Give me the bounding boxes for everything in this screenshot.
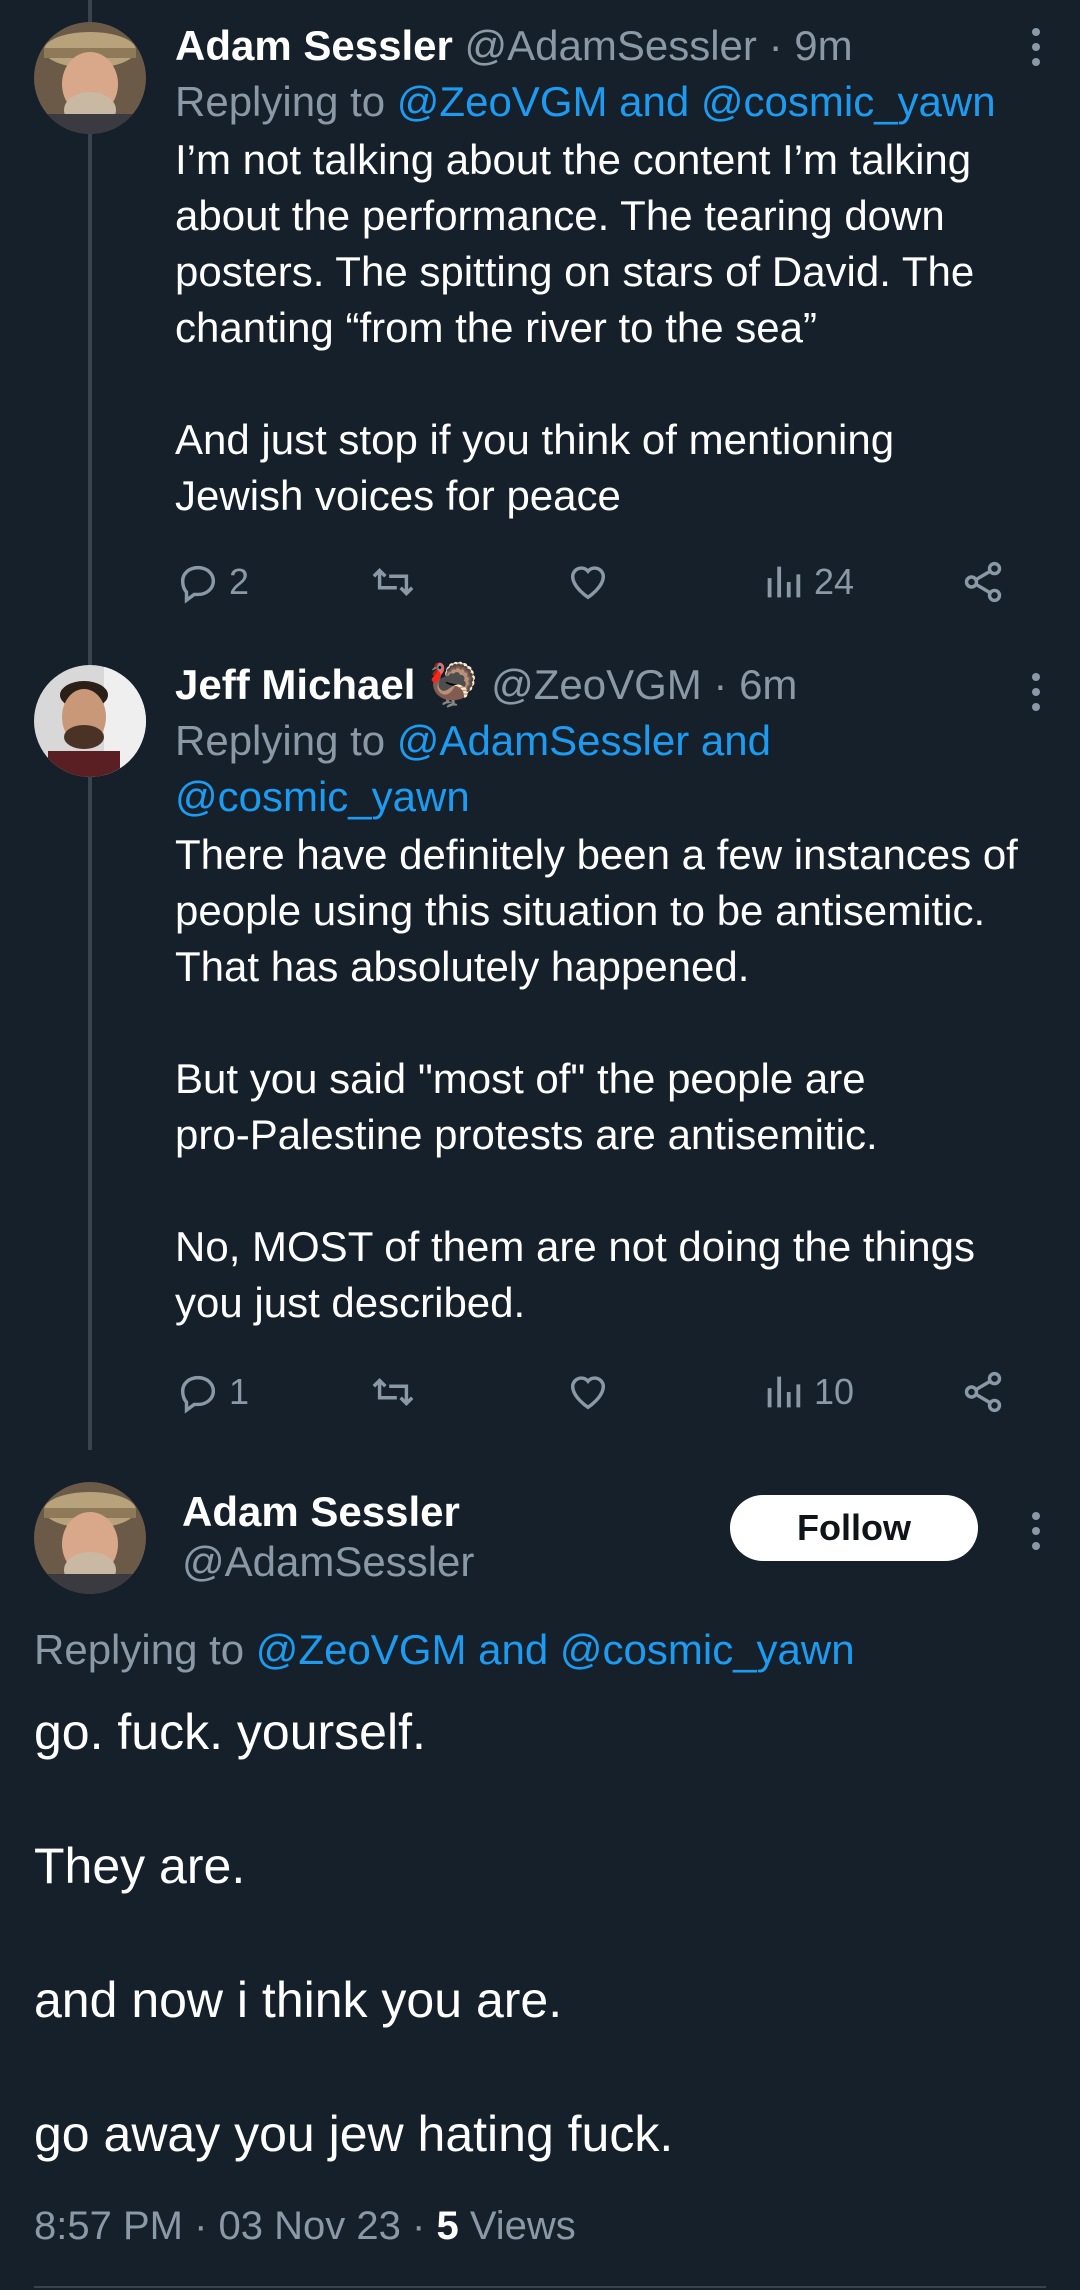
replying-to-link-2[interactable]: @cosmic_yawn	[175, 773, 470, 820]
timestamp-time[interactable]: 8:57 PM	[34, 2204, 183, 2248]
like-button[interactable]	[565, 554, 619, 610]
tweet-reply-1[interactable]: Adam Sessler @AdamSessler · 9m Replying …	[0, 0, 1080, 620]
reply-icon	[180, 565, 216, 604]
views-icon	[767, 1376, 801, 1408]
retweet-icon	[372, 1378, 414, 1406]
tweet-header: Adam Sessler @AdamSessler · 9m	[175, 18, 1040, 74]
tweet-actions: 2 24	[175, 554, 1040, 610]
views-count: 24	[814, 561, 855, 602]
replying-to-link[interactable]: @ZeoVGM and @cosmic_yawn	[397, 78, 996, 125]
reply-count: 2	[229, 561, 250, 602]
tweet-time: · 9m	[768, 22, 853, 69]
timestamp-date[interactable]: 03 Nov 23	[219, 2204, 401, 2248]
tweet-text: I’m not talking about the content I’m ta…	[175, 136, 975, 519]
thread-page: Adam Sessler @AdamSessler · 9m Replying …	[0, 0, 1080, 2290]
tweet-actions: 1 10	[175, 1364, 1040, 1420]
author-emoji: 🦃	[427, 661, 480, 708]
views-icon	[767, 566, 801, 598]
replying-to: Replying to @ZeoVGM and @cosmic_yawn	[175, 78, 996, 125]
heart-icon	[570, 1376, 606, 1410]
more-options-icon[interactable]	[1032, 673, 1042, 711]
divider	[34, 2286, 1046, 2288]
retweet-button[interactable]	[370, 1364, 424, 1420]
avatar-jeff-michael[interactable]	[34, 665, 146, 777]
share-button[interactable]	[960, 1364, 1006, 1420]
views-count: 10	[814, 1371, 855, 1412]
heart-icon	[570, 566, 606, 600]
tweet-text: There have definitely been a few instanc…	[175, 831, 1018, 1326]
main-tweet-text: go. fuck. yourself. They are. and now i …	[34, 1704, 674, 2162]
replying-to-link[interactable]: @ZeoVGM and @cosmic_yawn	[256, 1626, 855, 1673]
main-author-name[interactable]: Adam Sessler	[182, 1484, 460, 1540]
follow-button[interactable]: Follow	[730, 1495, 978, 1561]
share-icon	[964, 561, 1002, 603]
replying-to: Replying to @AdamSessler and @cosmic_yaw…	[175, 717, 771, 820]
author-name[interactable]: Adam Sessler	[175, 22, 453, 69]
tweet-time: · 6m	[713, 661, 798, 708]
views-label: Views	[469, 2204, 576, 2248]
share-icon	[964, 1371, 1002, 1413]
reply-button[interactable]: 2	[175, 554, 249, 610]
views-button[interactable]: 24	[760, 554, 854, 610]
avatar-main-author[interactable]	[34, 1482, 146, 1594]
views-number: 5	[436, 2204, 459, 2248]
main-replying-to: Replying to @ZeoVGM and @cosmic_yawn	[34, 1626, 855, 1673]
more-options-icon[interactable]	[1032, 1512, 1042, 1550]
tweet-header: Jeff Michael 🦃 @ZeoVGM · 6m	[175, 657, 1040, 713]
author-handle[interactable]: @AdamSessler	[465, 22, 757, 69]
avatar-adam-sessler[interactable]	[34, 22, 146, 134]
reply-button[interactable]: 1	[175, 1364, 249, 1420]
replying-to-link[interactable]: @AdamSessler and	[397, 717, 771, 764]
tweet-metadata: 8:57 PM · 03 Nov 23 · 5 Views	[34, 2204, 576, 2248]
share-button[interactable]	[960, 554, 1006, 610]
retweet-icon	[372, 568, 414, 596]
reply-icon	[180, 1375, 216, 1414]
author-handle[interactable]: @ZeoVGM	[491, 661, 702, 708]
reply-count: 1	[229, 1371, 250, 1412]
views-button[interactable]: 10	[760, 1364, 854, 1420]
author-name[interactable]: Jeff Michael	[175, 661, 415, 708]
retweet-button[interactable]	[370, 554, 424, 610]
more-options-icon[interactable]	[1032, 28, 1042, 66]
tweet-reply-2[interactable]: Jeff Michael 🦃 @ZeoVGM · 6m Replying to …	[0, 645, 1080, 1445]
like-button[interactable]	[565, 1364, 619, 1420]
main-author-handle[interactable]: @AdamSessler	[182, 1534, 474, 1590]
